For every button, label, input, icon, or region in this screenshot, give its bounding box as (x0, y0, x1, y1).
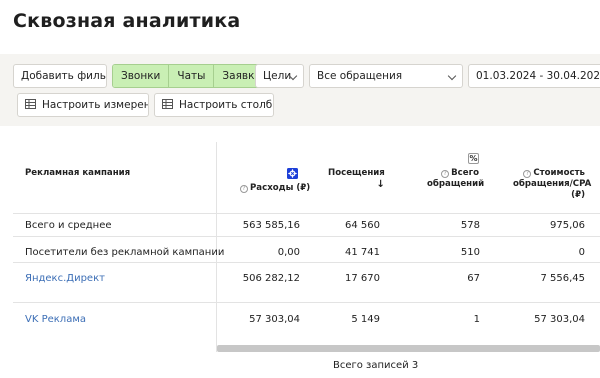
divider (13, 302, 600, 303)
table-header: Рекламная кампания ? Расходы (₽) Посещени… (13, 142, 600, 213)
row-cpa: 7 556,45 (540, 273, 585, 284)
row-visits: 41 741 (345, 247, 380, 258)
configure-columns-label: Настроить столбцы (179, 99, 273, 111)
help-icon[interactable]: ? (523, 170, 532, 178)
row-cpa: 0 (578, 247, 585, 258)
help-icon[interactable]: ? (441, 170, 450, 178)
campaign-link[interactable]: Яндекс.Директ (25, 273, 105, 284)
analytics-table: Рекламная кампания ? Расходы (₽) Посещени… (13, 142, 600, 352)
settings-gear-icon[interactable] (287, 168, 298, 179)
column-header-campaign[interactable]: Рекламная кампания (25, 168, 130, 179)
table-grid-icon (25, 99, 36, 109)
column-header-cpa[interactable]: ? Стоимость обращения/CPA (₽) (513, 168, 592, 201)
requests-select[interactable]: Все обращения (309, 64, 463, 88)
row-spend: 506 282,12 (242, 273, 300, 284)
row-spend: 0,00 (277, 247, 300, 258)
divider (13, 262, 600, 263)
horizontal-scrollbar[interactable] (217, 345, 600, 352)
column-spend-label: Расходы (₽) (250, 183, 311, 193)
goals-dropdown[interactable]: Цели (255, 64, 304, 88)
row-cpa: 975,06 (550, 220, 585, 231)
configure-dimensions-button[interactable]: Настроить измерения (17, 93, 149, 117)
percent-toggle-button[interactable]: % (468, 153, 479, 164)
row-visits: 5 149 (351, 314, 380, 325)
total-records: Всего записей 3 (333, 360, 419, 371)
add-filter-button[interactable]: Добавить фильтр (13, 64, 107, 88)
filter-panel: Добавить фильтр Звонки Чаты Заявки Цели … (0, 54, 600, 126)
row-name: Всего и среднее (25, 220, 112, 231)
goals-label: Цели (263, 70, 292, 82)
row-requests: 510 (460, 247, 480, 258)
configure-columns-button[interactable]: Настроить столбцы (154, 93, 274, 117)
column-header-spend[interactable]: ? Расходы (₽) (240, 183, 310, 194)
page-title: Сквозная аналитика (13, 10, 241, 32)
column-cpa-label-1: Стоимость (533, 168, 585, 178)
chevron-down-icon (447, 71, 457, 81)
campaign-link[interactable]: VK Реклама (25, 314, 86, 325)
channel-segmented-control: Звонки Чаты Заявки (112, 64, 271, 88)
row-cpa: 57 303,04 (534, 314, 585, 325)
date-range-picker[interactable]: 01.03.2024 - 30.04.2024 (468, 64, 600, 88)
column-header-visits[interactable]: Посещения ↓ (328, 168, 385, 191)
channel-calls-toggle[interactable]: Звонки (113, 65, 170, 87)
row-visits: 64 560 (345, 220, 380, 231)
channel-chats-toggle[interactable]: Чаты (169, 65, 215, 87)
row-requests: 578 (460, 220, 480, 231)
requests-select-value: Все обращения (317, 70, 403, 82)
column-cpa-label-3: (₽) (571, 190, 585, 200)
divider (13, 236, 600, 237)
sort-desc-arrow-icon: ↓ (376, 179, 385, 190)
row-spend: 57 303,04 (249, 314, 300, 325)
column-cpa-label-2: обращения/CPA (513, 179, 592, 189)
help-icon[interactable]: ? (240, 185, 248, 193)
column-visits-label: Посещения (328, 168, 385, 178)
column-requests-label-2: обращений (427, 179, 485, 189)
row-name: Посетители без рекламной кампании (25, 247, 225, 258)
row-requests: 1 (473, 314, 480, 325)
row-requests: 67 (467, 273, 480, 284)
column-header-requests[interactable]: ? Всего обращений (427, 168, 485, 190)
configure-dimensions-label: Настроить измерения (42, 99, 148, 111)
column-requests-label-1: Всего (451, 168, 479, 178)
row-visits: 17 670 (345, 273, 380, 284)
table-grid-icon (162, 99, 173, 109)
row-spend: 563 585,16 (242, 220, 300, 231)
divider (13, 213, 600, 214)
